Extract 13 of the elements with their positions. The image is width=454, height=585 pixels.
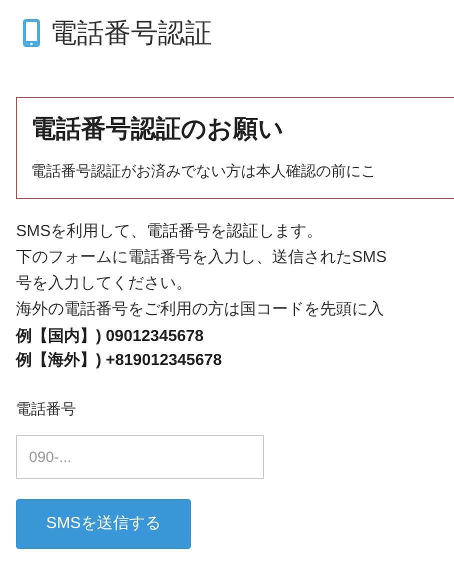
smartphone-icon [23, 19, 40, 47]
page-title: 電話番号認証 [50, 20, 212, 46]
example-text: 例【海外】) +819012345678 [16, 350, 223, 371]
description-line: 海外の電話番号をご利用の方は国コードを先頭に入 [16, 300, 385, 320]
notice-text: 電話番号認証がお済みでない方は本人確認の前にこ [31, 162, 377, 182]
description-line: SMSを利用して、電話番号を認証します。 [16, 222, 324, 242]
phone-label: 電話番号 [16, 400, 77, 420]
description-line: 号を入力してください。 [16, 274, 193, 294]
description-line: 下のフォームに電話番号を入力し、送信されたSMS [16, 248, 388, 268]
send-sms-button[interactable]: SMSを送信する [16, 499, 191, 550]
phone-input-field[interactable]: 090-... [16, 435, 264, 480]
notice-title: 電話番号認証のお願い [31, 114, 285, 145]
example-text: 例【国内】) 09012345678 [16, 326, 205, 347]
